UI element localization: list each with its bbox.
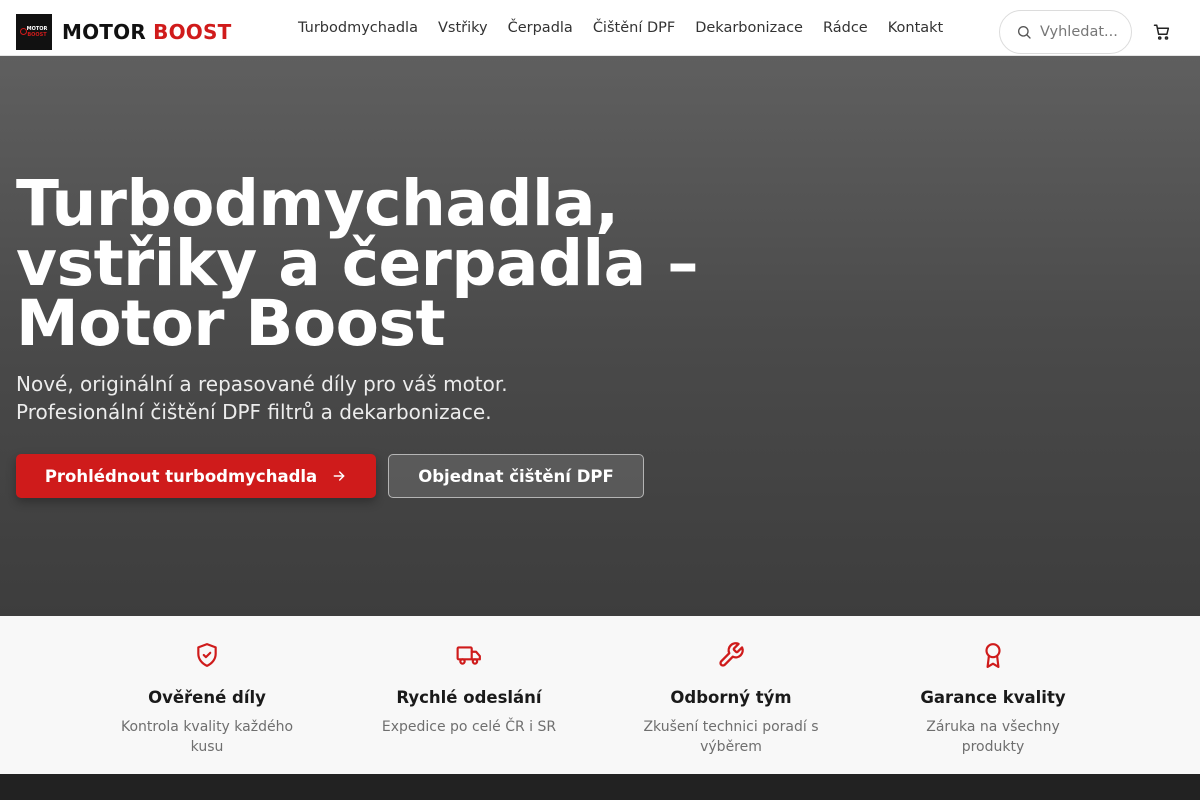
cart-button[interactable] — [1150, 20, 1174, 44]
search-icon — [1018, 26, 1031, 39]
wrench-icon — [611, 640, 851, 670]
feature-item: Odborný tým Zkušení technici poradí s vý… — [611, 640, 851, 757]
site-header: MOTOR BOOST MOTOR BOOST Turbodmychadla V… — [0, 0, 1200, 56]
browse-turbochargers-label: Prohlédnout turbodmychadla — [44, 466, 318, 486]
feature-item: Rychlé odeslání Expedice po celé ČR i SR — [349, 640, 589, 737]
hero-subtitle: Nové, originální a repasované díly pro v… — [16, 370, 636, 426]
logo-ring-icon — [20, 28, 27, 35]
nav-item-dekarbonizace[interactable]: Dekarbonizace — [685, 20, 813, 36]
hero-subtitle-line1: Nové, originální a repasované díly pro v… — [16, 372, 508, 396]
logo-word-boost: BOOST — [153, 20, 232, 44]
shield-check-icon — [87, 640, 327, 670]
logo-text: MOTOR BOOST — [62, 20, 231, 44]
feature-description: Kontrola kvality každého kusu — [120, 719, 294, 755]
feature-description: Záruka na všechny produkty — [926, 719, 1060, 755]
search-box[interactable] — [999, 10, 1132, 54]
hero-section: Turbodmychadla, vstřiky a čerpadla – Mot… — [0, 56, 1200, 616]
logo-word-motor: MOTOR — [62, 20, 146, 44]
nav-item-kontakt[interactable]: Kontakt — [878, 20, 954, 36]
nav-item-radce[interactable]: Rádce — [813, 20, 878, 36]
feature-description: Expedice po celé ČR i SR — [381, 719, 557, 735]
search-input[interactable] — [1040, 24, 1120, 40]
feature-title: Ověřené díly — [148, 688, 266, 707]
logo-badge-line2: BOOST — [27, 32, 47, 38]
feature-title: Odborný tým — [670, 688, 792, 707]
logo-link[interactable]: MOTOR BOOST MOTOR BOOST — [16, 14, 231, 50]
browse-turbochargers-button[interactable]: Prohlédnout turbodmychadla — [16, 454, 376, 498]
logo-badge: MOTOR BOOST — [16, 14, 52, 50]
nav-item-cisteni-dpf[interactable]: Čištění DPF — [583, 20, 685, 36]
main-nav: Turbodmychadla Vstřiky Čerpadla Čištění … — [288, 0, 953, 56]
feature-description: Zkušení technici poradí s výběrem — [643, 719, 819, 755]
feature-item: Ověřené díly Kontrola kvality každého ku… — [87, 640, 327, 757]
cart-icon — [1153, 24, 1170, 40]
nav-item-cerpadla[interactable]: Čerpadla — [498, 20, 583, 36]
award-icon — [873, 640, 1113, 670]
feature-item: Garance kvality Záruka na všechny produk… — [873, 640, 1113, 757]
footer-strip — [0, 774, 1200, 800]
arrow-right-icon — [331, 468, 347, 484]
nav-item-vstriky[interactable]: Vstřiky — [428, 20, 498, 36]
order-dpf-cleaning-button[interactable]: Objednat čištění DPF — [388, 454, 644, 498]
truck-icon — [349, 640, 589, 670]
hero-subtitle-line2: Profesionální čištění DPF filtrů a dekar… — [16, 400, 492, 424]
feature-title: Rychlé odeslání — [396, 688, 542, 707]
hero-title: Turbodmychadla, vstřiky a čerpadla – Mot… — [16, 167, 699, 360]
nav-item-turbodmychadla[interactable]: Turbodmychadla — [288, 20, 428, 36]
features-strip: Ověřené díly Kontrola kvality každého ku… — [0, 616, 1200, 774]
feature-title: Garance kvality — [920, 688, 1066, 707]
